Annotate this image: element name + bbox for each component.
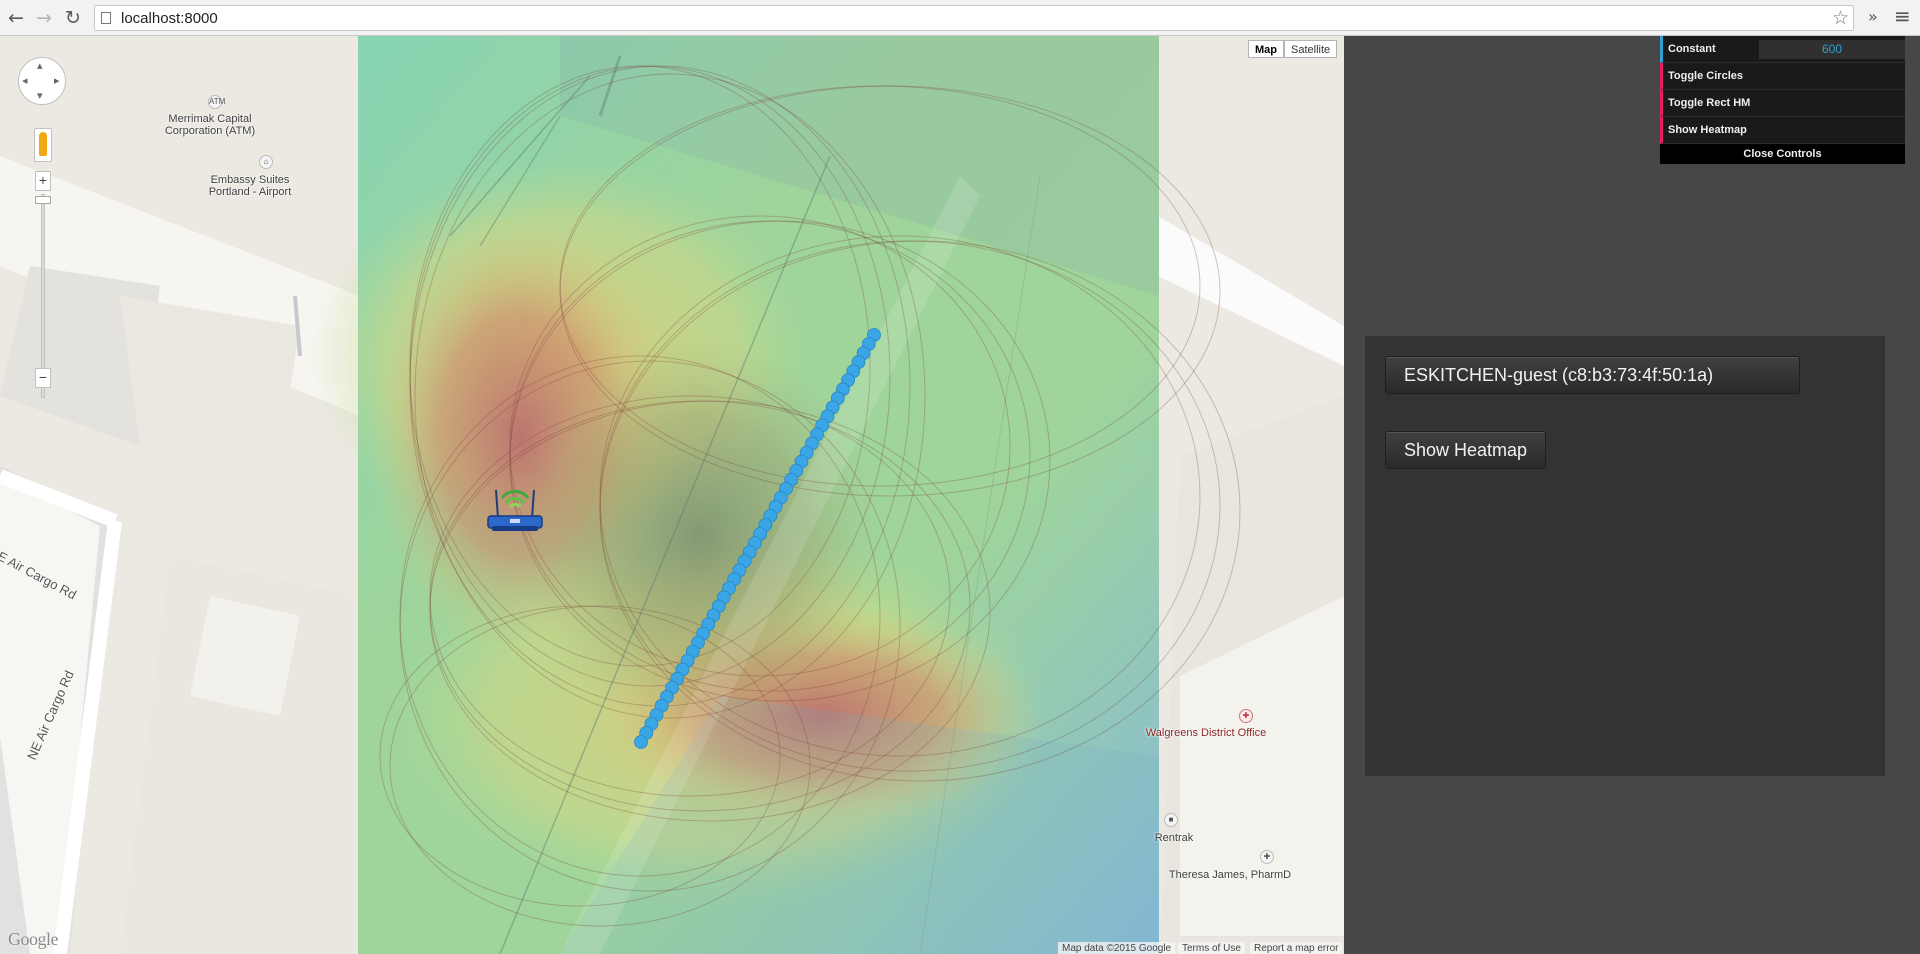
constant-input[interactable]: 600 bbox=[1759, 40, 1905, 59]
google-logo[interactable]: Google bbox=[8, 929, 59, 950]
show-heatmap-control[interactable]: Show Heatmap bbox=[1660, 117, 1905, 144]
show-heatmap-button[interactable]: Show Heatmap bbox=[1385, 431, 1547, 469]
zoom-in-button[interactable]: + bbox=[35, 171, 51, 191]
address-bar[interactable]: localhost:8000 ☆ bbox=[94, 5, 1854, 31]
building-icon[interactable]: ■ bbox=[1164, 813, 1178, 827]
zoom-out-button[interactable]: − bbox=[35, 368, 51, 388]
toggle-rect-hm-label[interactable]: Toggle Rect HM bbox=[1668, 97, 1750, 109]
poi-merrimak-capital[interactable]: Merrimak Capital Corporation (ATM) bbox=[140, 113, 280, 137]
network-select-button[interactable]: ESKITCHEN-guest (c8:b3:73:4f:50:1a) bbox=[1385, 356, 1800, 394]
extensions-chevron-icon[interactable]: » bbox=[1868, 7, 1878, 26]
toggle-rect-hm-control[interactable]: Toggle Rect HM bbox=[1660, 90, 1905, 117]
reload-icon[interactable]: ↻ bbox=[61, 6, 85, 30]
track-point[interactable] bbox=[634, 735, 648, 749]
poi-walgreens[interactable]: Walgreens District Office bbox=[1136, 727, 1276, 739]
poi-rentrak[interactable]: Rentrak bbox=[1134, 832, 1214, 844]
page-icon bbox=[101, 12, 111, 24]
pan-control[interactable]: ▴ ▾ ◂ ▸ bbox=[18, 57, 66, 105]
constant-label: Constant bbox=[1668, 43, 1716, 55]
map-type-satellite-button[interactable]: Satellite bbox=[1284, 40, 1338, 58]
medical-icon[interactable]: ✚ bbox=[1260, 850, 1274, 864]
url-text[interactable]: localhost:8000 bbox=[121, 10, 218, 27]
controls-panel: Constant 600 Toggle Circles Toggle Rect … bbox=[1660, 36, 1905, 164]
network-panel: ESKITCHEN-guest (c8:b3:73:4f:50:1a) Show… bbox=[1365, 336, 1885, 776]
zoom-slider-thumb[interactable] bbox=[35, 196, 51, 204]
show-heatmap-label[interactable]: Show Heatmap bbox=[1668, 124, 1747, 136]
constant-control[interactable]: Constant 600 bbox=[1660, 36, 1905, 63]
close-controls-button[interactable]: Close Controls bbox=[1660, 144, 1905, 164]
map-data-attribution: Map data ©2015 Google bbox=[1058, 942, 1176, 954]
pan-right-icon[interactable]: ▸ bbox=[54, 74, 60, 87]
back-icon[interactable]: ← bbox=[4, 6, 28, 30]
map-type-map-button[interactable]: Map bbox=[1248, 40, 1284, 58]
browser-menu-icon[interactable]: ≡ bbox=[1894, 4, 1911, 28]
google-map[interactable]: ATM Merrimak Capital Corporation (ATM) ⌂… bbox=[0, 36, 1344, 954]
poi-theresa-james[interactable]: Theresa James, PharmD bbox=[1160, 869, 1300, 881]
report-map-error-link[interactable]: Report a map error bbox=[1250, 942, 1343, 954]
forward-icon[interactable]: → bbox=[32, 6, 56, 30]
pan-up-icon[interactable]: ▴ bbox=[37, 59, 43, 72]
hotel-icon[interactable]: ⌂ bbox=[259, 155, 273, 169]
toggle-circles-control[interactable]: Toggle Circles bbox=[1660, 63, 1905, 90]
pan-left-icon[interactable]: ◂ bbox=[22, 74, 28, 87]
bookmark-star-icon[interactable]: ☆ bbox=[1832, 7, 1849, 29]
poi-embassy-suites[interactable]: Embassy Suites Portland - Airport bbox=[190, 174, 310, 198]
atm-icon[interactable]: ATM bbox=[208, 95, 225, 109]
pan-down-icon[interactable]: ▾ bbox=[37, 89, 43, 102]
wifi-router-icon[interactable] bbox=[484, 476, 546, 536]
pharmacy-icon[interactable]: ✚ bbox=[1239, 709, 1253, 723]
toggle-circles-label[interactable]: Toggle Circles bbox=[1668, 70, 1743, 82]
terms-of-use-link[interactable]: Terms of Use bbox=[1178, 942, 1245, 954]
browser-toolbar: ← → ↻ localhost:8000 ☆ » ≡ bbox=[0, 0, 1920, 36]
street-view-pegman-icon[interactable] bbox=[34, 128, 52, 162]
